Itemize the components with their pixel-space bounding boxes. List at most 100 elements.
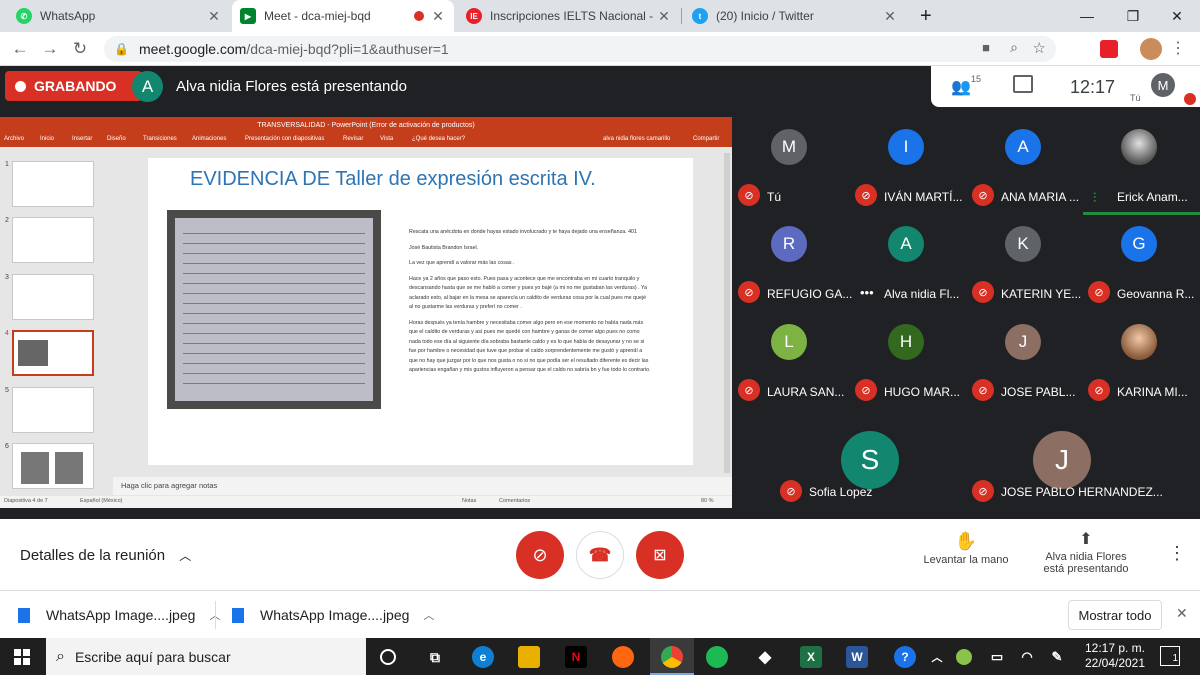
people-icon[interactable]: 👥 [951, 77, 971, 97]
notification-count: 1 [1172, 653, 1178, 664]
presenting-button[interactable]: ⬆ Alva nidia Flores está presentando [1030, 529, 1142, 575]
bookmark-star-icon[interactable]: ☆ [1033, 39, 1046, 57]
close-downloads-icon[interactable]: ✕ [1176, 605, 1188, 622]
more-options-icon[interactable]: ⋮ [1168, 543, 1186, 564]
close-tab-icon[interactable]: ✕ [206, 8, 222, 25]
download-item[interactable]: WhatsApp Image....jpeg ︿ [18, 591, 220, 639]
thumb-number: 6 [5, 443, 9, 450]
meeting-details-button[interactable]: Detalles de la reunión ︿ [20, 547, 191, 564]
close-tab-icon[interactable]: ✕ [430, 8, 446, 25]
close-tab-icon[interactable]: ✕ [882, 8, 898, 25]
ribbon-search: ¿Qué desea hacer? [412, 136, 466, 142]
download-filename: WhatsApp Image....jpeg [260, 607, 410, 623]
raise-hand-button[interactable]: ✋ Levantar la mano [915, 531, 1017, 566]
ppt-scrollbar [724, 153, 730, 473]
mic-off-icon: ⊘ [972, 184, 994, 206]
excel-icon[interactable]: X [800, 646, 822, 668]
edge-icon[interactable]: e [472, 646, 494, 668]
netflix-icon[interactable]: N [565, 646, 587, 668]
forward-icon[interactable]: → [38, 37, 62, 61]
participant-avatar: H [888, 324, 924, 360]
show-all-button[interactable]: Mostrar todo [1068, 600, 1162, 630]
cortana-icon[interactable] [380, 649, 396, 665]
slide-paragraph: Rescata una anécdota en donde hayas esta… [409, 229, 637, 235]
download-item[interactable]: WhatsApp Image....jpeg ︿ [232, 591, 434, 639]
ppt-window-title: TRANSVERSALIDAD - PowerPoint (Error de a… [257, 121, 475, 129]
chrome-taskbar-active[interactable] [650, 638, 694, 675]
slide-paragraph: La vez que aprendí a valorar más las cos… [409, 260, 515, 266]
ribbon-tab: Animaciones [192, 136, 227, 142]
word-icon[interactable]: W [846, 646, 868, 668]
help-icon[interactable]: ? [894, 646, 916, 668]
tab-ielts[interactable]: IE Inscripciones IELTS Nacional - IEL ✕ [458, 0, 680, 32]
slide-body-text: Rescata una anécdota en donde hayas esta… [409, 228, 651, 382]
close-tab-icon[interactable]: ✕ [656, 8, 672, 25]
leave-call-button[interactable]: ☎ [576, 531, 624, 579]
zoom-icon[interactable]: ⌕ [1010, 39, 1018, 56]
taskbar-clock[interactable]: 12:17 p. m. 22/04/2021 [1080, 641, 1150, 670]
profile-avatar[interactable] [1140, 38, 1162, 60]
restore-icon[interactable]: ❐ [1110, 0, 1156, 32]
tab-whatsapp[interactable]: ✆ WhatsApp ✕ [8, 0, 230, 32]
participant-name: Alva nidia Fl... [884, 287, 960, 301]
status-comments: Comentarios [499, 498, 531, 504]
chevron-up-icon[interactable]: ︿ [423, 607, 434, 623]
tray-chevron-icon[interactable]: ︿ [926, 646, 948, 668]
camera-toggle-button[interactable]: ⊠ [636, 531, 684, 579]
firefox-icon[interactable] [612, 646, 634, 668]
participant-tile: I ⊘ IVÁN MARTÍ... [850, 118, 967, 215]
new-tab-button[interactable]: + [912, 0, 940, 32]
file-explorer-icon[interactable] [518, 646, 540, 668]
spotify-icon[interactable] [706, 646, 728, 668]
thumb-number: 2 [5, 217, 9, 224]
status-language: Español (México) [80, 498, 123, 504]
divider [215, 601, 216, 629]
self-avatar[interactable]: M [1151, 73, 1175, 97]
wifi-icon[interactable]: ◠ [1016, 646, 1038, 668]
mic-off-icon: ⊘ [972, 281, 994, 303]
tab-meet[interactable]: ▶ Meet - dca-miej-bqd ✕ [232, 0, 454, 32]
notification-icon[interactable]: 1 [1160, 646, 1180, 666]
camera-icon[interactable]: ■ [982, 40, 990, 55]
participant-name: JOSE PABLO HERNANDEZ... [1001, 485, 1163, 499]
participant-photo-avatar [1121, 324, 1157, 360]
hang-up-icon: ☎ [588, 544, 612, 565]
menu-dots-icon[interactable]: ⋮ [1170, 38, 1186, 58]
ribbon-tab: Archivo [4, 136, 25, 142]
windows-start-icon[interactable] [14, 649, 30, 665]
file-icon [18, 607, 30, 623]
battery-icon[interactable]: ▭ [986, 646, 1008, 668]
participant-name: Geovanna R... [1117, 287, 1195, 301]
reload-icon[interactable]: ↻ [68, 37, 92, 61]
extension-icon[interactable] [1100, 40, 1118, 58]
mic-off-icon: ⊘ [1088, 379, 1110, 401]
participant-tile-speaking: ⫶ Erick Anam... [1083, 118, 1200, 215]
tray-app-icon[interactable] [956, 649, 972, 665]
participant-tile: R ⊘ REFUGIO GA... [733, 215, 852, 312]
ppt-share: Compartir [693, 136, 720, 142]
taskbar-search[interactable]: ⌕ Escribe aquí para buscar [46, 638, 366, 675]
tab-twitter[interactable]: t (20) Inicio / Twitter ✕ [684, 0, 906, 32]
meet-icon: ▶ [240, 8, 256, 24]
back-icon[interactable]: ← [8, 37, 32, 61]
chat-icon[interactable] [1013, 75, 1033, 93]
twitter-icon: t [692, 8, 708, 24]
status-slide: Diapositiva 4 de 7 [4, 498, 48, 504]
participant-avatar: R [771, 226, 807, 262]
address-bar[interactable]: 🔒 meet.google.com /dca-miej-bqd?pli=1&au… [104, 36, 1056, 62]
participant-tile: A ••• Alva nidia Fl... [850, 215, 967, 312]
participant-avatar: L [771, 324, 807, 360]
close-window-icon[interactable]: ✕ [1154, 0, 1200, 32]
participant-name: KATERIN YE... [1001, 287, 1082, 301]
self-muted-icon [1184, 93, 1196, 105]
speaking-indicator-icon: ⫶ [1093, 190, 1097, 205]
minimize-icon[interactable]: — [1064, 0, 1110, 32]
task-view-icon[interactable]: ⧉ [424, 646, 446, 668]
dropbox-icon[interactable]: ◆ [754, 646, 776, 668]
mic-toggle-button[interactable]: ⊘ [516, 531, 564, 579]
ppt-user: alva nidia flores camarillo [603, 136, 671, 142]
slide-thumb [12, 387, 94, 433]
participant-tile: ⊘ KARINA MI... [1083, 313, 1200, 410]
pen-icon[interactable]: ✎ [1046, 646, 1068, 668]
status-zoom: 80 % [701, 498, 714, 504]
